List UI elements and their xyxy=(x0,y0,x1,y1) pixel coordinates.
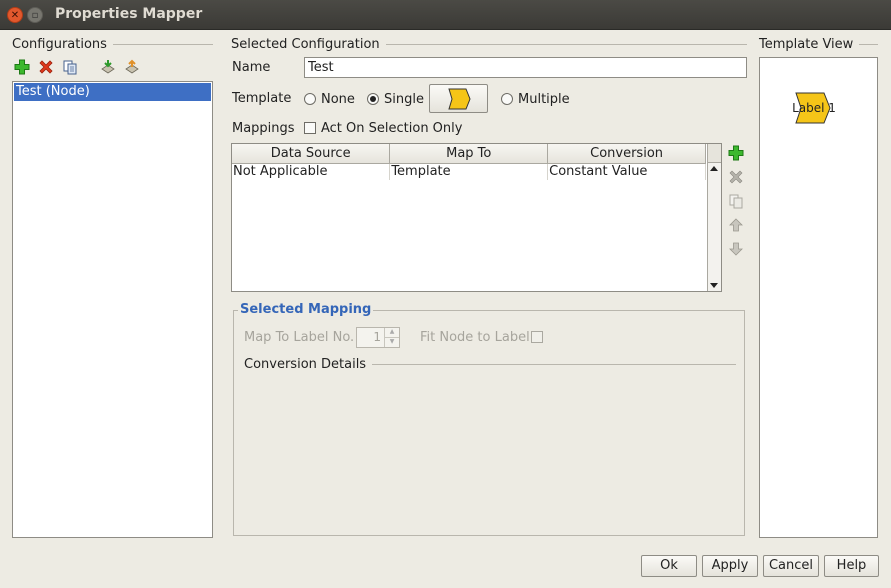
template-multiple-radio[interactable] xyxy=(501,93,513,105)
import-configuration-button[interactable] xyxy=(100,59,116,75)
add-icon xyxy=(728,145,744,161)
selected-configuration-header-label: Selected Configuration xyxy=(231,37,380,52)
map-to-label-no-label: Map To Label No. xyxy=(244,330,355,345)
act-on-selection-checkbox[interactable] xyxy=(304,122,316,134)
table-row[interactable]: Not Applicable Template Constant Value xyxy=(232,163,706,180)
copy-icon xyxy=(729,194,743,209)
import-icon xyxy=(101,60,115,74)
spinner-down-icon[interactable]: ▼ xyxy=(384,338,399,347)
template-view-header: Template View xyxy=(759,37,878,52)
configurations-header-label: Configurations xyxy=(12,37,107,52)
move-down-mapping-button[interactable] xyxy=(728,241,744,257)
template-none-label: None xyxy=(321,92,355,107)
export-configuration-button[interactable] xyxy=(124,59,140,75)
help-button[interactable]: Help xyxy=(824,555,879,577)
copy-mapping-button[interactable] xyxy=(728,193,744,209)
map-to-label-no-spinner[interactable]: 1 ▲ ▼ xyxy=(356,327,400,348)
column-header-data-source[interactable]: Data Source xyxy=(232,144,391,164)
template-shape-icon xyxy=(447,88,471,110)
export-icon xyxy=(125,59,139,74)
column-header-conversion[interactable]: Conversion xyxy=(547,144,706,164)
add-mapping-button[interactable] xyxy=(728,145,744,161)
table-corner xyxy=(707,144,721,163)
vertical-scrollbar[interactable] xyxy=(707,163,721,291)
delete-icon xyxy=(39,60,53,74)
template-label: Template xyxy=(232,91,292,106)
move-up-mapping-button[interactable] xyxy=(728,217,744,233)
configuration-item[interactable]: Test (Node) xyxy=(14,83,211,101)
move-up-icon xyxy=(729,218,743,232)
cancel-button[interactable]: Cancel xyxy=(763,555,819,577)
table-cell[interactable]: Not Applicable xyxy=(232,163,391,180)
minimize-icon: ▫ xyxy=(31,10,39,21)
table-cell[interactable]: Constant Value xyxy=(547,163,706,180)
delete-configuration-button[interactable] xyxy=(38,59,54,75)
minimize-window-button[interactable]: ▫ xyxy=(27,7,43,23)
template-view-header-label: Template View xyxy=(759,37,854,52)
template-view-panel[interactable]: Label 1 xyxy=(759,57,878,538)
conversion-details-header: Conversion Details xyxy=(244,357,736,372)
configurations-header: Configurations xyxy=(12,37,213,52)
apply-button[interactable]: Apply xyxy=(702,555,758,577)
copy-configuration-button[interactable] xyxy=(62,59,78,75)
template-node-label: Label 1 xyxy=(792,101,836,115)
template-none-radio[interactable] xyxy=(304,93,316,105)
title-bar[interactable]: ✕ ▫ Properties Mapper xyxy=(0,0,891,30)
name-input[interactable] xyxy=(304,57,747,78)
selected-mapping-header: Selected Mapping xyxy=(238,302,374,317)
mappings-table[interactable]: Data Source Map To Conversion Not Applic… xyxy=(231,143,722,292)
selected-configuration-header: Selected Configuration xyxy=(231,37,747,52)
template-shape-button[interactable] xyxy=(429,84,488,113)
window-title: Properties Mapper xyxy=(55,6,203,22)
move-down-icon xyxy=(729,242,743,256)
mappings-label: Mappings xyxy=(232,121,295,136)
act-on-selection-label: Act On Selection Only xyxy=(321,121,463,136)
mappings-grid: Data Source Map To Conversion Not Applic… xyxy=(232,144,706,180)
close-window-button[interactable]: ✕ xyxy=(7,7,23,23)
copy-icon xyxy=(63,60,77,75)
close-icon: ✕ xyxy=(10,10,20,21)
name-label: Name xyxy=(232,60,271,75)
fit-node-to-label-checkbox[interactable] xyxy=(531,331,543,343)
fit-node-to-label-label: Fit Node to Label xyxy=(420,330,530,345)
template-multiple-label: Multiple xyxy=(518,92,570,107)
map-to-label-no-value: 1 xyxy=(373,330,381,344)
delete-icon xyxy=(729,170,743,184)
configuration-item-label: Test (Node) xyxy=(16,84,90,99)
configurations-list[interactable]: Test (Node) xyxy=(12,81,213,538)
scroll-up-icon[interactable] xyxy=(710,166,718,171)
scroll-down-icon[interactable] xyxy=(710,283,718,288)
template-single-label: Single xyxy=(384,92,424,107)
add-icon xyxy=(14,59,30,75)
table-cell[interactable]: Template xyxy=(389,163,549,180)
column-header-map-to[interactable]: Map To xyxy=(389,144,549,164)
template-single-radio[interactable] xyxy=(367,93,379,105)
conversion-details-label: Conversion Details xyxy=(244,357,367,372)
delete-mapping-button[interactable] xyxy=(728,169,744,185)
add-configuration-button[interactable] xyxy=(14,59,30,75)
ok-button[interactable]: Ok xyxy=(641,555,697,577)
spinner-up-icon[interactable]: ▲ xyxy=(384,328,399,338)
template-node[interactable]: Label 1 xyxy=(792,92,836,124)
